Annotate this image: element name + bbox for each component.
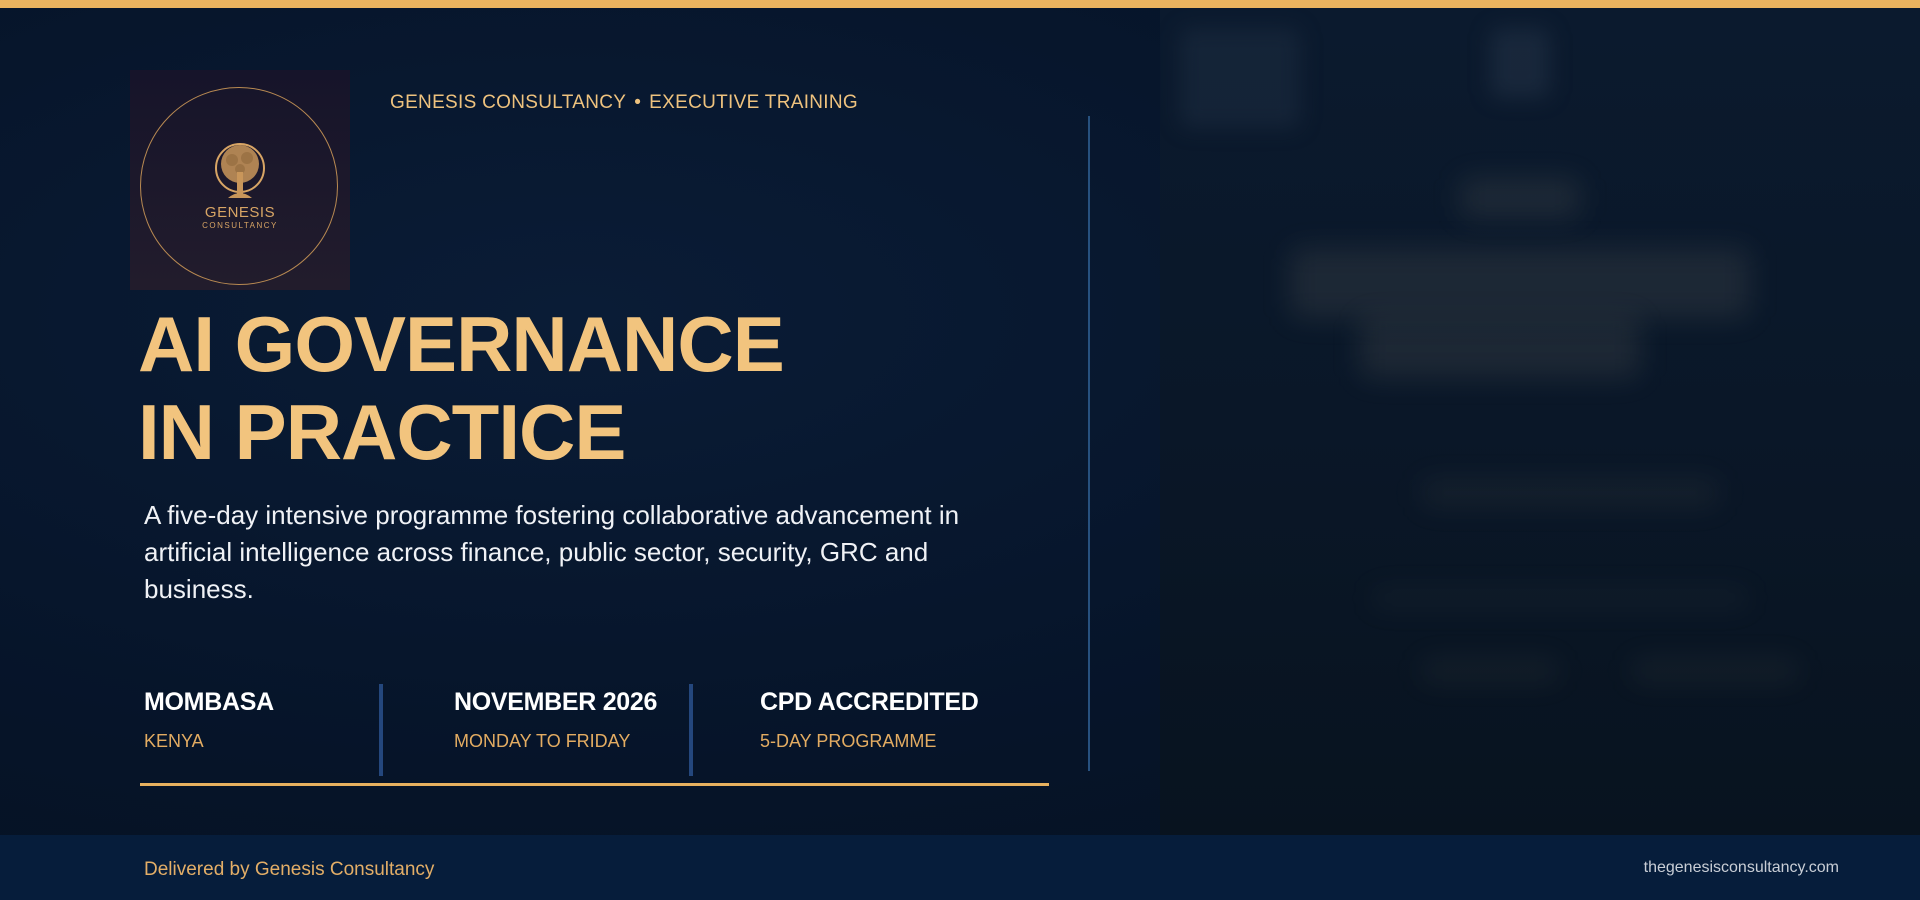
- title-line-2: IN PRACTICE: [138, 388, 626, 476]
- logo-name: GENESIS: [204, 204, 276, 221]
- eyebrow-category: EXECUTIVE TRAINING: [649, 92, 858, 113]
- programme-description: A five-day intensive programme fostering…: [144, 500, 960, 604]
- stat-date: NOVEMBER 2026 MONDAY TO FRIDAY: [454, 688, 657, 752]
- blurred-background-panel: [1160, 8, 1920, 835]
- eyebrow-label: GENESIS CONSULTANCY • EXECUTIVE TRAINING: [390, 92, 858, 114]
- title-line-1: AI GOVERNANCE: [138, 300, 785, 388]
- footer-credit: Delivered by Genesis Consultancy: [144, 859, 435, 880]
- stat-location-detail: KENYA: [144, 731, 204, 751]
- eyebrow-company: GENESIS CONSULTANCY: [390, 92, 627, 113]
- stat-location-value: MOMBASA: [144, 688, 274, 716]
- stat-accreditation: CPD ACCREDITED 5-DAY PROGRAMME: [760, 688, 979, 752]
- footer: Delivered by Genesis Consultancy thegene…: [0, 835, 1920, 900]
- stat-separator: [379, 684, 383, 776]
- stat-accreditation-detail: 5-DAY PROGRAMME: [760, 731, 937, 751]
- stat-location: MOMBASA KENYA: [144, 688, 274, 752]
- tree-icon: [215, 143, 265, 198]
- stat-date-detail: MONDAY TO FRIDAY: [454, 731, 631, 751]
- stat-date-value: NOVEMBER 2026: [454, 688, 658, 716]
- vertical-divider: [1088, 116, 1090, 771]
- logo-subname: CONSULTANCY: [202, 221, 278, 230]
- top-accent-bar: [0, 0, 1920, 8]
- eyebrow-separator: •: [634, 92, 642, 113]
- page-title: AI GOVERNANCE IN PRACTICE: [138, 300, 785, 476]
- stat-separator: [689, 684, 693, 776]
- promo-banner: GENESIS CONSULTANCY GENESIS CONSULTANCY •…: [0, 0, 1920, 900]
- genesis-logo: GENESIS CONSULTANCY: [130, 70, 350, 290]
- footer-website-link[interactable]: thegenesisconsultancy.com: [1644, 859, 1839, 877]
- stats-underline: [140, 783, 1049, 786]
- stat-accreditation-value: CPD ACCREDITED: [760, 688, 979, 716]
